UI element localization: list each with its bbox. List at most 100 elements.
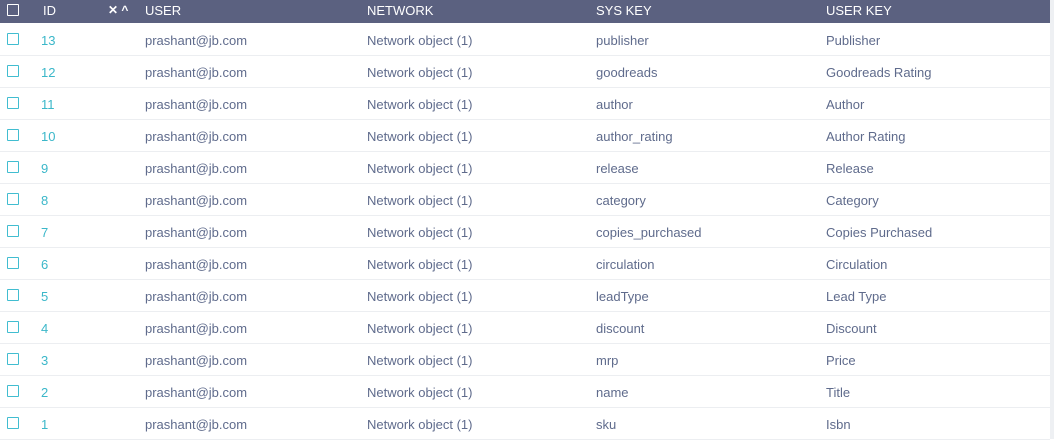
table-row: 8 prashant@jb.com Network object (1) cat… — [0, 184, 1050, 216]
row-id-link[interactable]: 4 — [41, 321, 48, 336]
row-user-key: Author — [826, 97, 865, 112]
column-header-id[interactable]: ID — [43, 3, 56, 18]
table-row: 11 prashant@jb.com Network object (1) au… — [0, 88, 1050, 120]
column-header-sys-key[interactable]: SYS KEY — [596, 3, 652, 18]
row-user: prashant@jb.com — [145, 225, 248, 240]
row-network: Network object (1) — [367, 129, 473, 144]
row-sys-key: goodreads — [596, 65, 658, 80]
row-checkbox[interactable] — [7, 65, 19, 77]
row-network: Network object (1) — [367, 353, 473, 368]
table-row: 5 prashant@jb.com Network object (1) lea… — [0, 280, 1050, 312]
row-network: Network object (1) — [367, 225, 473, 240]
table-header: ID ✕ ^ USER NETWORK SYS KEY USER KEY — [0, 0, 1050, 23]
column-header-user-key[interactable]: USER KEY — [826, 3, 892, 18]
row-checkbox[interactable] — [7, 257, 19, 269]
row-checkbox[interactable] — [7, 225, 19, 237]
row-network: Network object (1) — [367, 161, 473, 176]
row-checkbox[interactable] — [7, 193, 19, 205]
table-row: 4 prashant@jb.com Network object (1) dis… — [0, 312, 1050, 344]
column-header-network[interactable]: NETWORK — [367, 3, 433, 18]
row-id-link[interactable]: 8 — [41, 193, 48, 208]
row-network: Network object (1) — [367, 193, 473, 208]
row-user: prashant@jb.com — [145, 257, 248, 272]
row-sys-key: author_rating — [596, 129, 673, 144]
row-checkbox[interactable] — [7, 353, 19, 365]
row-sys-key: name — [596, 385, 629, 400]
table-row: 2 prashant@jb.com Network object (1) nam… — [0, 376, 1050, 408]
row-user-key: Publisher — [826, 33, 881, 48]
row-sys-key: mrp — [596, 353, 619, 368]
table-row: 6 prashant@jb.com Network object (1) cir… — [0, 248, 1050, 280]
column-header-user[interactable]: USER — [145, 3, 181, 18]
row-network: Network object (1) — [367, 321, 473, 336]
row-network: Network object (1) — [367, 65, 473, 80]
row-user-key: Discount — [826, 321, 877, 336]
row-checkbox[interactable] — [7, 161, 19, 173]
row-user-key: Copies Purchased — [826, 225, 933, 240]
row-sys-key: publisher — [596, 33, 649, 48]
results-table: ID ✕ ^ USER NETWORK SYS KEY USER KEY 13 … — [0, 0, 1054, 440]
row-user-key: Price — [826, 353, 856, 368]
row-user: prashant@jb.com — [145, 33, 248, 48]
row-sys-key: author — [596, 97, 633, 112]
row-id-link[interactable]: 11 — [41, 97, 55, 112]
row-checkbox[interactable] — [7, 417, 19, 429]
row-id-link[interactable]: 2 — [41, 385, 48, 400]
row-user: prashant@jb.com — [145, 321, 248, 336]
table-row: 13 prashant@jb.com Network object (1) pu… — [0, 24, 1050, 56]
row-sys-key: leadType — [596, 289, 649, 304]
row-id-link[interactable]: 3 — [41, 353, 48, 368]
row-user: prashant@jb.com — [145, 353, 248, 368]
row-user: prashant@jb.com — [145, 193, 248, 208]
row-id-link[interactable]: 5 — [41, 289, 48, 304]
row-id-link[interactable]: 10 — [41, 129, 55, 144]
row-network: Network object (1) — [367, 417, 473, 432]
row-sys-key: discount — [596, 321, 645, 336]
sort-remove-toggle-icon[interactable]: ✕ ^ — [108, 3, 128, 17]
row-user-key: Author Rating — [826, 129, 906, 144]
row-sys-key: copies_purchased — [596, 225, 702, 240]
row-network: Network object (1) — [367, 33, 473, 48]
row-sys-key: release — [596, 161, 639, 176]
table-row: 9 prashant@jb.com Network object (1) rel… — [0, 152, 1050, 184]
row-sys-key: sku — [596, 417, 617, 432]
row-id-link[interactable]: 6 — [41, 257, 48, 272]
table-row: 10 prashant@jb.com Network object (1) au… — [0, 120, 1050, 152]
row-checkbox[interactable] — [7, 97, 19, 109]
row-checkbox[interactable] — [7, 321, 19, 333]
row-user-key: Circulation — [826, 257, 888, 272]
row-sys-key: category — [596, 193, 646, 208]
row-network: Network object (1) — [367, 289, 473, 304]
row-user-key: Title — [826, 385, 851, 400]
row-user: prashant@jb.com — [145, 417, 248, 432]
row-id-link[interactable]: 1 — [41, 417, 48, 432]
row-user: prashant@jb.com — [145, 161, 248, 176]
table-row: 12 prashant@jb.com Network object (1) go… — [0, 56, 1050, 88]
row-user-key: Goodreads Rating — [826, 65, 932, 80]
row-user-key: Release — [826, 161, 874, 176]
row-user-key: Category — [826, 193, 879, 208]
row-checkbox[interactable] — [7, 385, 19, 397]
row-network: Network object (1) — [367, 257, 473, 272]
row-user: prashant@jb.com — [145, 289, 248, 304]
row-user: prashant@jb.com — [145, 129, 248, 144]
row-id-link[interactable]: 9 — [41, 161, 48, 176]
table-row: 1 prashant@jb.com Network object (1) sku… — [0, 408, 1050, 440]
row-checkbox[interactable] — [7, 129, 19, 141]
row-sys-key: circulation — [596, 257, 655, 272]
select-all-checkbox[interactable] — [7, 4, 19, 16]
row-checkbox[interactable] — [7, 289, 19, 301]
row-user: prashant@jb.com — [145, 385, 248, 400]
row-checkbox[interactable] — [7, 33, 19, 45]
row-id-link[interactable]: 12 — [41, 65, 55, 80]
scrollbar[interactable] — [1050, 0, 1054, 439]
table-row: 3 prashant@jb.com Network object (1) mrp… — [0, 344, 1050, 376]
row-user: prashant@jb.com — [145, 65, 248, 80]
row-user-key: Lead Type — [826, 289, 887, 304]
row-user: prashant@jb.com — [145, 97, 248, 112]
row-id-link[interactable]: 7 — [41, 225, 48, 240]
row-id-link[interactable]: 13 — [41, 33, 55, 48]
table-row: 7 prashant@jb.com Network object (1) cop… — [0, 216, 1050, 248]
row-network: Network object (1) — [367, 385, 473, 400]
row-user-key: Isbn — [826, 417, 851, 432]
